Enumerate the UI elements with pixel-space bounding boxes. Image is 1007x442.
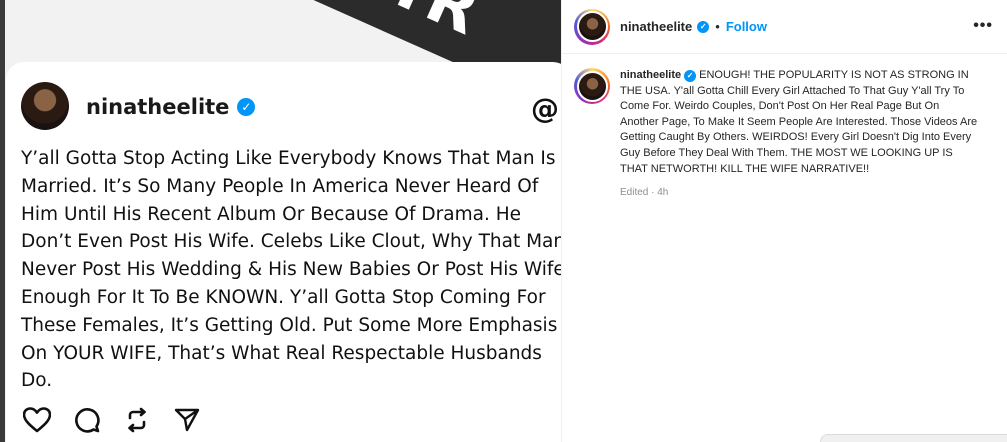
more-options-icon[interactable]: ••• xyxy=(973,17,993,35)
share-icon xyxy=(171,404,203,436)
header-username-text[interactable]: ninatheelite xyxy=(620,19,692,34)
comment-icon xyxy=(71,404,103,436)
banner-text: THR xyxy=(312,0,498,53)
card-avatar xyxy=(21,82,69,130)
verified-badge-icon: ✓ xyxy=(237,98,256,116)
threads-logo-icon: @ xyxy=(531,92,559,125)
post-header: ninatheelite ✓ • Follow ••• xyxy=(562,0,1007,54)
caption-text-block: ninatheelite ✓ ENOUGH! THE POPULARITY IS… xyxy=(620,68,980,177)
caption-username[interactable]: ninatheelite ✓ xyxy=(620,68,697,84)
repost-icon xyxy=(121,404,153,436)
caption-username-text[interactable]: ninatheelite xyxy=(620,68,681,84)
caption-meta: Edited · 4h xyxy=(620,187,669,199)
caption-avatar[interactable] xyxy=(574,68,610,104)
caption-comment: ninatheelite ✓ ENOUGH! THE POPULARITY IS… xyxy=(562,54,1007,198)
post-image: THR ninatheelite ✓ @ Y’all Gotta Stop Ac… xyxy=(0,0,561,442)
follow-button[interactable]: Follow xyxy=(726,19,767,34)
post-side-panel: ninatheelite ✓ • Follow ••• ninatheelite… xyxy=(561,0,1007,442)
verified-badge-icon: ✓ xyxy=(684,69,697,82)
caption-body: ninatheelite ✓ ENOUGH! THE POPULARITY IS… xyxy=(620,68,980,198)
card-username-text: ninatheelite xyxy=(86,95,230,119)
card-actions xyxy=(21,404,203,436)
verified-badge-icon: ✓ xyxy=(697,20,710,33)
card-username: ninatheelite ✓ xyxy=(86,95,256,119)
threads-post-card: ninatheelite ✓ @ Y’all Gotta Stop Acting… xyxy=(6,62,561,442)
heart-icon xyxy=(21,404,53,436)
card-post-text: Y’all Gotta Stop Acting Like Everybody K… xyxy=(21,148,561,392)
header-avatar[interactable] xyxy=(574,8,610,45)
header-username[interactable]: ninatheelite ✓ xyxy=(620,19,710,34)
caption-text: ENOUGH! THE POPULARITY IS NOT AS STRONG … xyxy=(620,69,978,175)
comment-input-edge xyxy=(820,434,1007,442)
image-edge xyxy=(0,0,5,442)
header-separator: • xyxy=(715,19,720,34)
